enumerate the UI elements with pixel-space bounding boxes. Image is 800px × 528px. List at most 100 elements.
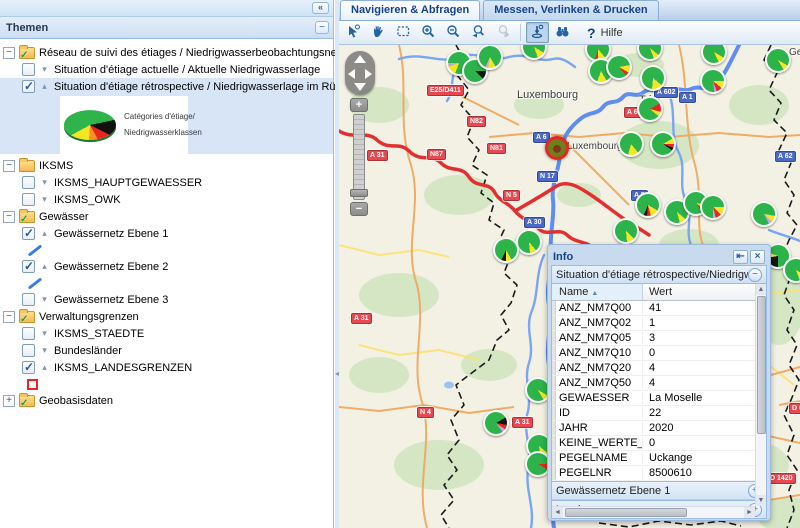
tree-item-3[interactable]: −IKSMS: [0, 157, 333, 174]
layer-checkbox[interactable]: [22, 361, 35, 374]
tree-item-13[interactable]: ▴IKSMS_LANDESGRENZEN: [0, 359, 333, 376]
attribute-row[interactable]: PEGELNAME Uckange: [552, 451, 755, 466]
gauge-pie-marker[interactable]: [483, 410, 509, 436]
identify-pointer-button[interactable]: [342, 22, 365, 43]
gauge-pie-marker[interactable]: [700, 194, 726, 220]
zoom-slider-handle[interactable]: [350, 189, 368, 197]
tree-item-14[interactable]: +Geobasisdaten: [0, 392, 333, 409]
attribute-row[interactable]: ANZ_NM7Q05 3: [552, 331, 755, 346]
legend-expand-icon[interactable]: ▾: [39, 294, 50, 305]
tree-item-4[interactable]: ▾IKSMS_HAUPTGEWAESSER: [0, 174, 333, 191]
gauge-pie-marker[interactable]: [477, 45, 503, 70]
zoom-next-button[interactable]: [492, 22, 515, 43]
scroll-up-icon[interactable]: ▲: [756, 284, 766, 295]
collapse-node-icon[interactable]: −: [3, 160, 15, 172]
zoom-previous-button[interactable]: [467, 22, 490, 43]
layer-checkbox[interactable]: [22, 80, 35, 93]
pin-icon[interactable]: ⇤: [733, 250, 748, 264]
gauge-pie-marker[interactable]: [606, 54, 632, 80]
collapse-node-icon[interactable]: −: [3, 311, 15, 323]
layer-checkbox[interactable]: [22, 176, 35, 189]
attribute-row[interactable]: JAHR 2020: [552, 421, 755, 436]
point-info-button[interactable]: [526, 22, 549, 43]
zoom-out-button[interactable]: [442, 22, 465, 43]
legend-expand-icon[interactable]: ▾: [39, 345, 50, 356]
legend-expand-icon[interactable]: ▾: [39, 328, 50, 339]
attribute-row[interactable]: GEWAESSER La Moselle: [552, 391, 755, 406]
layer-checkbox[interactable]: [22, 260, 35, 273]
collapse-node-icon[interactable]: −: [3, 211, 15, 223]
info-horizontal-scrollbar[interactable]: ◄ ►: [552, 506, 755, 518]
zoom-out-slider-button[interactable]: −: [350, 202, 368, 216]
vscroll-thumb[interactable]: [757, 296, 766, 434]
layer-checkbox[interactable]: [22, 344, 35, 357]
gauge-pie-marker[interactable]: [700, 68, 726, 94]
zoom-box-button[interactable]: [392, 22, 415, 43]
pan-hand-button[interactable]: [367, 22, 390, 43]
info-vertical-scrollbar[interactable]: ▲ ▼: [755, 284, 766, 506]
zoom-slider-track[interactable]: [353, 114, 365, 200]
layer-checkbox[interactable]: [22, 227, 35, 240]
tree-item-10[interactable]: −Verwaltungsgrenzen: [0, 308, 333, 325]
attribute-row[interactable]: ANZ_NM7Q02 1: [552, 316, 755, 331]
legend-collapse-icon[interactable]: ▴: [39, 228, 50, 239]
gauge-pie-marker[interactable]: [640, 65, 666, 91]
collapse-node-icon[interactable]: −: [3, 47, 15, 59]
close-icon[interactable]: ×: [750, 250, 765, 264]
tree-item-7[interactable]: ▴Gewässernetz Ebene 1: [0, 225, 333, 242]
gauge-pie-marker[interactable]: [751, 201, 777, 227]
tree-item-0[interactable]: −Réseau de suivi des étiages / Niedrigwa…: [0, 44, 333, 61]
pan-compass-control[interactable]: [345, 51, 375, 95]
result-section-header[interactable]: Situation d'étiage rétrospective/Niedrig…: [552, 266, 766, 284]
attribute-row[interactable]: ANZ_NM7Q50 4: [552, 376, 755, 391]
gauge-pie-marker[interactable]: [765, 47, 791, 73]
scroll-left-icon[interactable]: ◄: [552, 507, 563, 518]
gauge-pie-marker[interactable]: [637, 96, 663, 122]
tree-item-11[interactable]: ▾IKSMS_STAEDTE: [0, 325, 333, 342]
tree-item-5[interactable]: ▾IKSMS_OWK: [0, 191, 333, 208]
gauge-pie-marker[interactable]: [650, 131, 676, 157]
legend-expand-icon[interactable]: ▾: [39, 194, 50, 205]
attribute-row[interactable]: ANZ_NM7Q10 0: [552, 346, 755, 361]
layer-checkbox[interactable]: [22, 193, 35, 206]
gauge-pie-marker[interactable]: [635, 192, 661, 218]
tree-item-8[interactable]: ▴Gewässernetz Ebene 2: [0, 258, 333, 275]
selected-gauge-marker[interactable]: [545, 136, 569, 160]
gauge-pie-marker[interactable]: [516, 229, 542, 255]
pan-left-icon[interactable]: [348, 69, 355, 79]
column-header-name[interactable]: Name▲: [552, 284, 643, 300]
tree-item-1[interactable]: ▾Situation d'étiage actuelle / Aktuelle …: [0, 61, 333, 78]
tab-navigieren-abfragen[interactable]: Navigieren & Abfragen: [340, 0, 480, 20]
gauge-pie-marker[interactable]: [613, 218, 639, 244]
layer-checkbox[interactable]: [22, 63, 35, 76]
legend-collapse-icon[interactable]: ▴: [39, 362, 50, 373]
column-header-wert[interactable]: Wert: [643, 284, 755, 300]
tree-item-2[interactable]: ▴Situation d'étiage rétrospective / Nied…: [0, 78, 333, 95]
scroll-right-icon[interactable]: ►: [744, 507, 755, 518]
binoculars-button[interactable]: [551, 22, 574, 43]
legend-expand-icon[interactable]: ▾: [39, 177, 50, 188]
legend-collapse-icon[interactable]: ▴: [39, 261, 50, 272]
pan-up-icon[interactable]: [354, 55, 366, 63]
pan-right-icon[interactable]: [365, 69, 372, 79]
attribute-row[interactable]: ID 22: [552, 406, 755, 421]
attribute-row[interactable]: KEINE_WERTE_JN 0: [552, 436, 755, 451]
collapse-section-icon[interactable]: −: [748, 268, 762, 282]
scroll-down-icon[interactable]: ▼: [756, 495, 766, 506]
expand-node-icon[interactable]: +: [3, 395, 15, 407]
zoom-slider[interactable]: + −: [350, 98, 368, 216]
gauge-pie-marker[interactable]: [493, 237, 519, 263]
layer-checkbox[interactable]: [22, 293, 35, 306]
legend-collapse-icon[interactable]: ▴: [39, 81, 50, 92]
attribute-row[interactable]: PEGELNR 8500610: [552, 466, 755, 481]
collapse-sidebar-icon[interactable]: «: [312, 2, 329, 14]
hscroll-thumb[interactable]: [565, 508, 687, 517]
tab-messen-verlinken-drucken[interactable]: Messen, Verlinken & Drucken: [483, 0, 658, 20]
collapse-panel-icon[interactable]: −: [315, 21, 329, 34]
zoom-in-slider-button[interactable]: +: [350, 98, 368, 112]
info-window-header[interactable]: Info ⇤ ×: [551, 248, 767, 265]
attribute-row[interactable]: ANZ_NM7Q20 4: [552, 361, 755, 376]
zoom-in-button[interactable]: [417, 22, 440, 43]
tree-item-12[interactable]: ▾Bundesländer: [0, 342, 333, 359]
tree-item-6[interactable]: −Gewässer: [0, 208, 333, 225]
